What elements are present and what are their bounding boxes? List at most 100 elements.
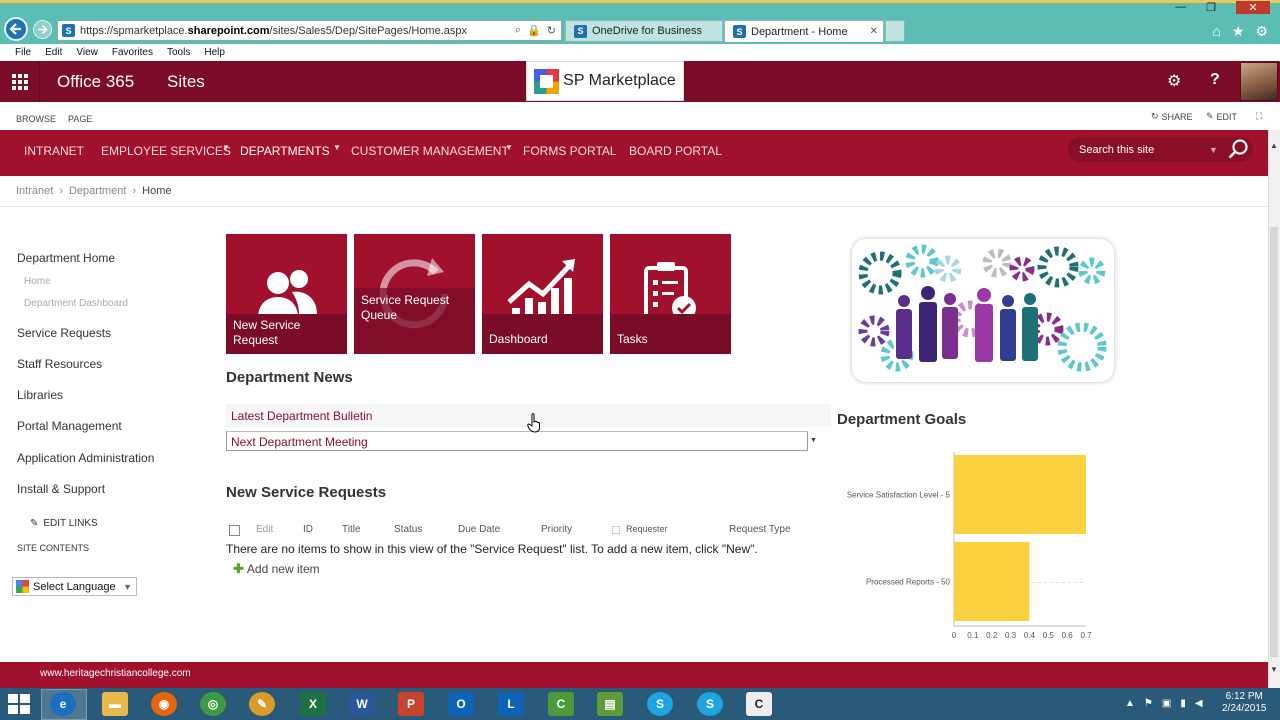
- avatar[interactable]: [1240, 62, 1278, 101]
- forward-button[interactable]: [33, 20, 52, 39]
- tray-flag-icon[interactable]: ⚑: [1144, 698, 1153, 709]
- column-priority[interactable]: Priority: [541, 524, 572, 535]
- menu-edit[interactable]: Edit: [45, 47, 62, 58]
- leftnav-install-support[interactable]: Install & Support: [17, 482, 105, 496]
- taskbar-clock[interactable]: 6:12 PM 2/24/2015: [1222, 691, 1267, 715]
- nav-dropdown-caret-icon[interactable]: ▼: [505, 143, 513, 152]
- settings-gear-icon[interactable]: ⚙: [1167, 71, 1181, 91]
- column-request-type[interactable]: Request Type: [729, 524, 791, 535]
- lock-icon[interactable]: 🔒: [527, 24, 541, 37]
- tray-app-icon[interactable]: ▣: [1162, 698, 1171, 709]
- nav-dropdown-caret-icon[interactable]: ▼: [333, 143, 341, 152]
- language-select[interactable]: Select Language ▼: [12, 577, 137, 596]
- column-title[interactable]: Title: [342, 524, 361, 535]
- help-icon[interactable]: ?: [1210, 71, 1220, 89]
- suite-sites-link[interactable]: Sites: [167, 72, 205, 92]
- nav-dropdown-caret-icon[interactable]: ▼: [222, 143, 230, 152]
- skype-business-icon[interactable]: S: [697, 692, 723, 716]
- nav-intranet[interactable]: INTRANET: [24, 144, 84, 158]
- search-icon[interactable]: [1226, 137, 1250, 161]
- column-due-date[interactable]: Due Date: [458, 524, 500, 535]
- skype-icon[interactable]: S: [647, 692, 673, 716]
- focus-mode-icon[interactable]: ⛶: [1256, 111, 1262, 122]
- add-new-item-link[interactable]: ✚ Add new item: [233, 561, 320, 577]
- leftnav-sub-dashboard[interactable]: Department Dashboard: [24, 298, 128, 309]
- tab-onedrive[interactable]: S OneDrive for Business: [565, 20, 723, 42]
- settings-gear-icon[interactable]: ⚙: [1255, 23, 1268, 40]
- nav-board-portal[interactable]: BOARD PORTAL: [629, 144, 722, 158]
- favorites-star-icon[interactable]: ★: [1232, 23, 1245, 40]
- window-close-icon[interactable]: ✕: [1236, 1, 1270, 14]
- tile-dashboard[interactable]: Dashboard: [482, 234, 603, 354]
- tab-close-icon[interactable]: ✕: [870, 26, 878, 37]
- tab-department-home[interactable]: S Department - Home ✕: [724, 20, 884, 42]
- maximize-icon[interactable]: ❐: [1206, 1, 1216, 14]
- project-chart-icon[interactable]: ▤: [597, 692, 623, 716]
- search-scope-caret-icon[interactable]: ▼: [1209, 145, 1218, 155]
- nav-departments[interactable]: DEPARTMENTS: [240, 144, 330, 158]
- site-contents-link[interactable]: SITE CONTENTS: [17, 543, 89, 553]
- scrollbar-thumb[interactable]: [1270, 227, 1278, 657]
- excel-icon[interactable]: X: [300, 692, 326, 716]
- news-item-next-meeting[interactable]: Next Department Meeting: [226, 431, 808, 451]
- breadcrumb-department[interactable]: Department: [69, 185, 126, 197]
- leftnav-application-administration[interactable]: Application Administration: [17, 451, 154, 465]
- chrome-icon[interactable]: ◎: [200, 692, 226, 716]
- tray-arrow-icon[interactable]: ▲: [1125, 698, 1135, 709]
- volume-icon[interactable]: ◀: [1195, 698, 1203, 709]
- edit-button[interactable]: ✎ EDIT: [1206, 111, 1237, 122]
- url-text[interactable]: https://spmarketplace.sharepoint.com/sit…: [80, 25, 515, 37]
- paint-icon[interactable]: ✎: [249, 692, 275, 716]
- site-logo[interactable]: SP Marketplace: [526, 61, 684, 101]
- share-button[interactable]: ↻ SHARE: [1151, 111, 1193, 122]
- word-icon[interactable]: W: [349, 692, 375, 716]
- minimize-icon[interactable]: —: [1175, 1, 1186, 14]
- menu-favorites[interactable]: Favorites: [112, 47, 153, 58]
- leftnav-sub-home[interactable]: Home: [24, 276, 51, 287]
- breadcrumb-intranet[interactable]: Intranet: [16, 185, 53, 197]
- ribbon-tab-page[interactable]: PAGE: [68, 114, 92, 124]
- tile-new-service-request[interactable]: New Service Request: [226, 234, 347, 354]
- menu-help[interactable]: Help: [204, 47, 225, 58]
- select-all-checkbox[interactable]: [229, 525, 240, 536]
- leftnav-department-home[interactable]: Department Home: [17, 251, 115, 265]
- lync-icon[interactable]: L: [498, 692, 524, 716]
- news-expand-caret-icon[interactable]: ▼: [810, 437, 817, 444]
- home-icon[interactable]: ⌂: [1212, 23, 1220, 40]
- app-launcher-icon[interactable]: [0, 61, 40, 102]
- new-tab-button[interactable]: [885, 20, 905, 42]
- nav-forms-portal[interactable]: FORMS PORTAL: [523, 144, 617, 158]
- camtasia-icon[interactable]: C: [548, 692, 574, 716]
- address-bar[interactable]: S https://spmarketplace.sharepoint.com/s…: [57, 20, 562, 41]
- ribbon-tab-browse[interactable]: BROWSE: [16, 114, 56, 124]
- back-button[interactable]: [4, 17, 28, 41]
- menu-tools[interactable]: Tools: [167, 47, 190, 58]
- windows-start-icon[interactable]: [8, 694, 30, 714]
- powerpoint-icon[interactable]: P: [398, 692, 424, 716]
- column-status[interactable]: Status: [394, 524, 422, 535]
- leftnav-service-requests[interactable]: Service Requests: [17, 326, 111, 340]
- outlook-icon[interactable]: O: [448, 692, 474, 716]
- firefox-icon[interactable]: ◉: [151, 692, 177, 716]
- leftnav-libraries[interactable]: Libraries: [17, 388, 63, 402]
- scroll-up-icon[interactable]: ▲: [1269, 141, 1279, 150]
- leftnav-portal-management[interactable]: Portal Management: [17, 419, 122, 433]
- camtasia-recorder-icon[interactable]: C: [746, 692, 772, 716]
- footer-url[interactable]: www.heritagechristiancollege.com: [40, 668, 191, 679]
- file-explorer-icon[interactable]: ▬: [102, 692, 128, 716]
- tile-service-request-queue[interactable]: Service Request Queue: [354, 234, 475, 354]
- refresh-icon[interactable]: ↻: [547, 24, 556, 37]
- internet-explorer-icon[interactable]: e: [50, 692, 76, 716]
- leftnav-staff-resources[interactable]: Staff Resources: [17, 357, 102, 371]
- suite-brand[interactable]: Office 365: [57, 72, 134, 92]
- nav-customer-management[interactable]: CUSTOMER MANAGEMENT: [351, 144, 509, 158]
- menu-view[interactable]: View: [76, 47, 98, 58]
- menu-file[interactable]: File: [15, 47, 31, 58]
- column-edit[interactable]: Edit: [256, 524, 273, 535]
- column-id[interactable]: ID: [303, 524, 313, 535]
- column-requester[interactable]: Requester: [626, 524, 668, 534]
- nav-employee-services[interactable]: EMPLOYEE SERVICES: [101, 144, 231, 158]
- address-search-icon[interactable]: ⌕: [515, 24, 521, 37]
- edit-links-button[interactable]: ✎ EDIT LINKS: [30, 518, 98, 529]
- tile-tasks[interactable]: Tasks: [610, 234, 731, 354]
